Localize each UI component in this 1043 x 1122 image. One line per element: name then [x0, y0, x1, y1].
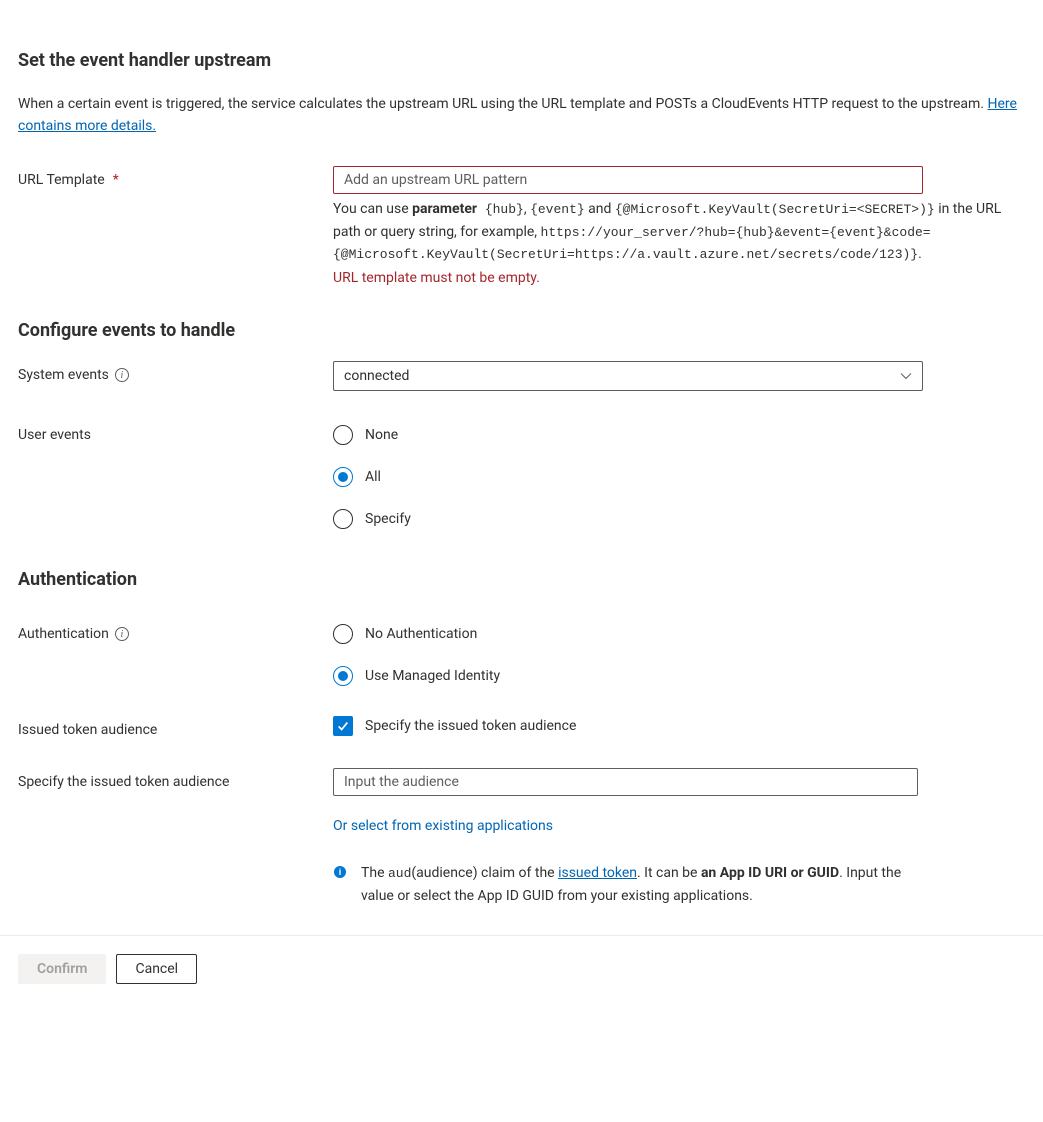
help-mono: {@Microsoft.KeyVault(SecretUri=<SECRET>)…	[615, 202, 935, 217]
url-template-label: URL Template *	[18, 166, 333, 188]
auth-heading: Authentication	[18, 569, 1025, 590]
radio-label: Use Managed Identity	[365, 668, 500, 684]
help-mono: {hub}	[477, 202, 524, 217]
user-events-radio-specify[interactable]: Specify	[333, 509, 933, 529]
issued-token-checkbox[interactable]: Specify the issued token audience	[333, 716, 933, 736]
radio-icon	[333, 624, 353, 644]
system-events-select[interactable]: connected	[333, 361, 923, 391]
note-fragment: . It can be	[637, 865, 701, 881]
user-events-radio-all[interactable]: All	[333, 467, 933, 487]
note-mono: aud	[388, 866, 411, 881]
confirm-button[interactable]: Confirm	[18, 954, 106, 984]
intro-text-body: When a certain event is triggered, the s…	[18, 96, 988, 112]
issued-token-label-text: Issued token audience	[18, 722, 157, 738]
info-icon: i	[333, 865, 347, 879]
help-fragment: .	[918, 246, 922, 262]
issued-token-link[interactable]: issued token	[558, 865, 637, 881]
radio-label: Specify	[365, 511, 411, 527]
info-icon[interactable]: i	[115, 368, 129, 382]
page-title: Set the event handler upstream	[18, 50, 1025, 71]
required-asterisk: *	[113, 172, 119, 188]
help-fragment: You can use	[333, 201, 412, 217]
radio-icon	[333, 425, 353, 445]
intro-text: When a certain event is triggered, the s…	[18, 93, 1025, 138]
url-template-input[interactable]	[333, 166, 923, 194]
auth-radio-none[interactable]: No Authentication	[333, 624, 933, 644]
info-icon[interactable]: i	[115, 627, 129, 641]
auth-radio-managed-identity[interactable]: Use Managed Identity	[333, 666, 933, 686]
auth-label-text: Authentication	[18, 626, 109, 642]
system-events-value: connected	[344, 368, 409, 384]
note-fragment: The	[361, 865, 388, 881]
specify-audience-label-text: Specify the issued token audience	[18, 774, 229, 790]
cancel-button[interactable]: Cancel	[116, 954, 197, 984]
radio-label: No Authentication	[365, 626, 477, 642]
help-bold: parameter	[412, 201, 477, 217]
audience-note: i The aud(audience) claim of the issued …	[333, 862, 923, 907]
user-events-label: User events	[18, 421, 333, 443]
issued-token-label: Issued token audience	[18, 716, 333, 738]
radio-icon	[333, 467, 353, 487]
system-events-label: System events i	[18, 361, 333, 383]
specify-audience-input[interactable]	[333, 768, 918, 796]
checkbox-icon	[333, 716, 353, 736]
url-template-label-text: URL Template	[18, 172, 105, 188]
auth-radio-group: No Authentication Use Managed Identity	[333, 620, 933, 686]
system-events-label-text: System events	[18, 367, 109, 383]
events-heading: Configure events to handle	[18, 320, 1025, 341]
note-fragment: (audience) claim of the	[411, 865, 558, 881]
chevron-down-icon	[900, 370, 912, 382]
checkbox-label: Specify the issued token audience	[365, 718, 576, 734]
specify-audience-label: Specify the issued token audience	[18, 768, 333, 790]
note-bold: an App ID URI or GUID	[701, 865, 839, 881]
user-events-radio-group: None All Specify	[333, 421, 933, 529]
radio-label: All	[365, 469, 381, 485]
url-template-help: You can use parameter {hub}, {event} and…	[333, 198, 1003, 266]
radio-icon	[333, 509, 353, 529]
help-mono: {event}	[530, 202, 585, 217]
auth-label: Authentication i	[18, 620, 333, 642]
select-applications-link[interactable]: Or select from existing applications	[333, 818, 553, 834]
help-fragment: and	[585, 201, 615, 217]
user-events-radio-none[interactable]: None	[333, 425, 933, 445]
radio-label: None	[365, 427, 398, 443]
radio-icon	[333, 666, 353, 686]
url-template-error: URL template must not be empty.	[333, 270, 933, 286]
user-events-label-text: User events	[18, 427, 91, 443]
